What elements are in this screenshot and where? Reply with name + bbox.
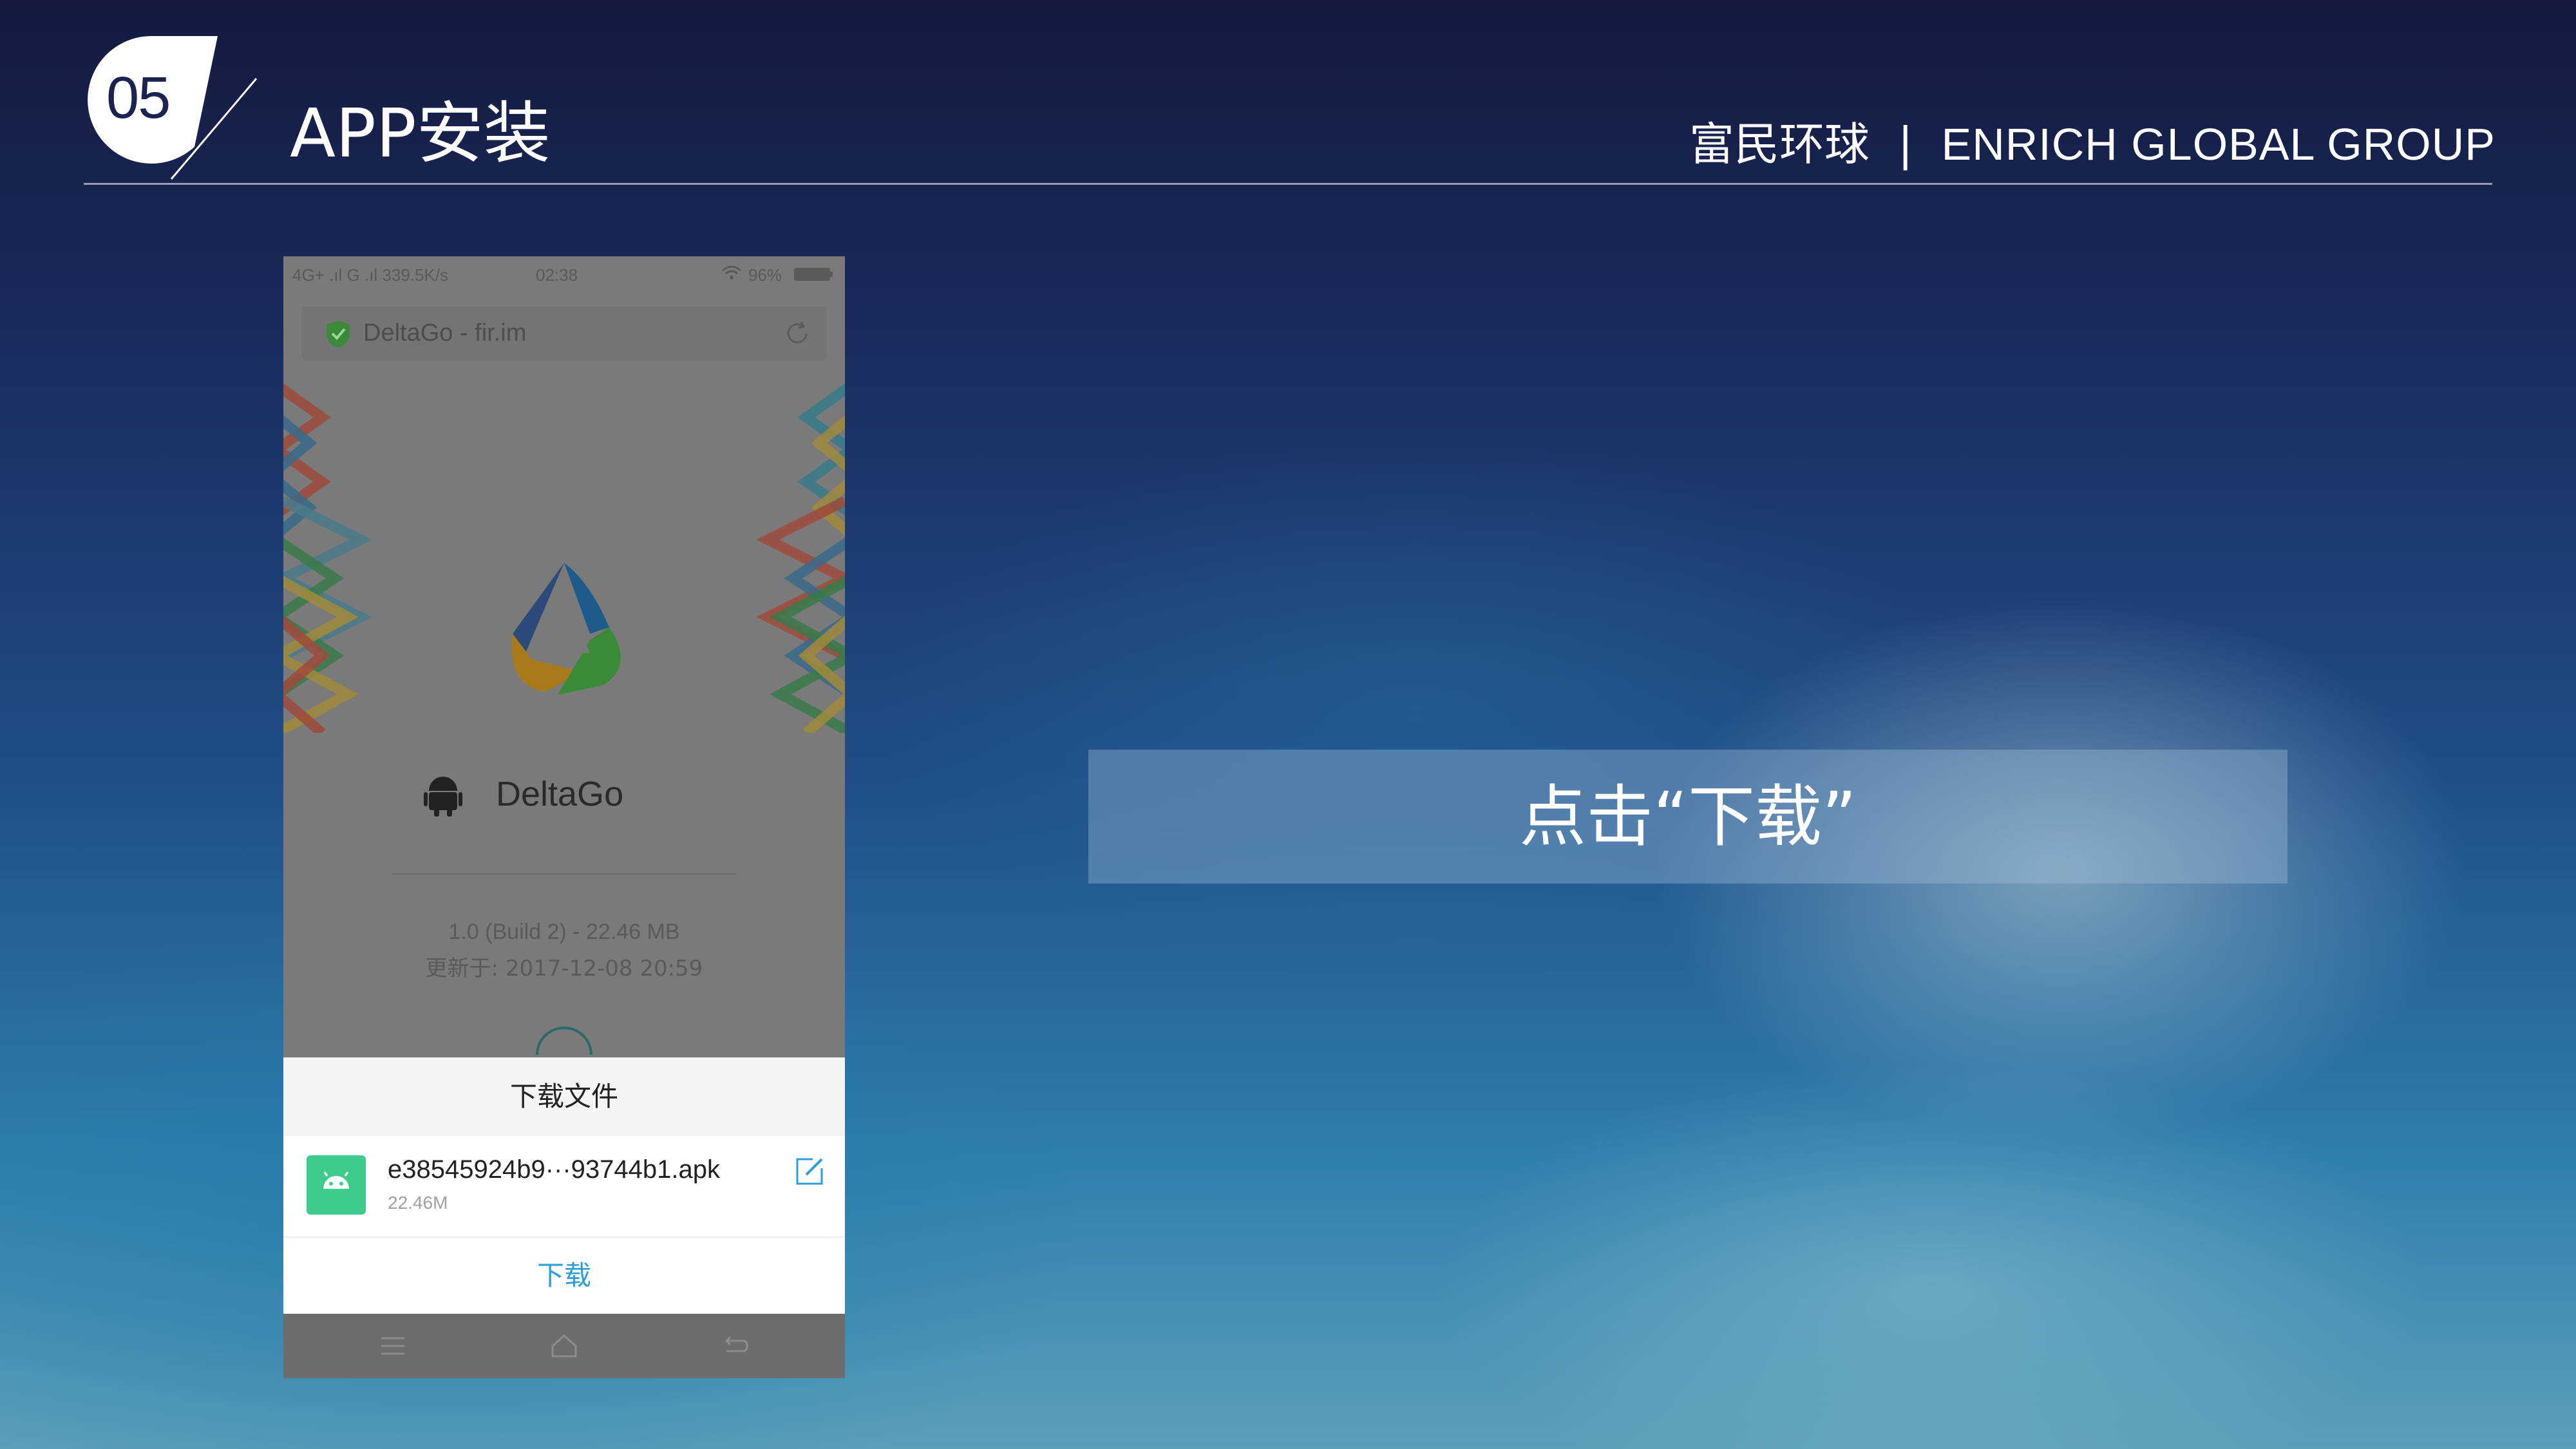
brand-separator: | [1897, 118, 1913, 171]
app-divider [392, 873, 737, 875]
app-build-info: 1.0 (Build 2) - 22.46 MB [448, 920, 680, 944]
wifi-icon [721, 265, 742, 285]
badge-slash [170, 78, 258, 180]
phone-nav-bar [283, 1314, 845, 1378]
sheet-title: 下载文件 [283, 1057, 845, 1136]
file-row: e38545924b9···93744b1.apk 22.46M [283, 1136, 845, 1238]
slide-title: APP安装 [290, 94, 551, 173]
decorative-zigzag-right [756, 383, 845, 733]
instruction-panel: 点击“下载” [1088, 750, 2287, 884]
status-bar: 4G+ .ıl G .ıl 339.5K/s 02:38 96% [283, 256, 845, 296]
edit-icon[interactable] [793, 1155, 826, 1188]
brand-cn: 富民环球 [1689, 118, 1870, 171]
download-button[interactable]: 下载 [283, 1238, 845, 1314]
app-updated-date: 更新于: 2017-12-08 20:59 [425, 956, 703, 981]
app-name: DeltaGo [496, 775, 624, 813]
browser-url-bar[interactable]: DeltaGo - fir.im [301, 307, 827, 361]
brand-en: ENRICH GLOBAL GROUP [1941, 119, 2496, 169]
header-divider [84, 183, 2492, 185]
refresh-icon[interactable] [783, 319, 811, 348]
status-time: 02:38 [536, 265, 578, 285]
download-sheet: 下载文件 e38545924b9···93744b1.apk 22.46M 下载 [283, 1057, 845, 1314]
menu-icon[interactable] [379, 1332, 407, 1360]
url-title: DeltaGo - fir.im [363, 319, 527, 346]
apk-file-icon [307, 1155, 366, 1215]
shield-icon [327, 321, 350, 348]
brand: 富民环球 | ENRICH GLOBAL GROUP [1689, 108, 2496, 173]
signal-info: 4G+ .ıl G .ıl 339.5K/s [292, 265, 449, 285]
instruction-text: 点击“下载” [1519, 777, 1857, 856]
deltago-logo [511, 563, 621, 695]
battery-percent: 96% [748, 265, 782, 285]
file-size: 22.46M [388, 1193, 448, 1213]
home-icon[interactable] [550, 1332, 578, 1360]
battery-icon [793, 267, 833, 287]
android-icon [424, 777, 462, 817]
decorative-zigzag-left [283, 383, 372, 733]
back-icon[interactable] [721, 1332, 750, 1360]
phone-screenshot: 4G+ .ıl G .ıl 339.5K/s 02:38 96% DeltaGo… [283, 256, 845, 1378]
file-name: e38545924b9···93744b1.apk [388, 1155, 720, 1184]
